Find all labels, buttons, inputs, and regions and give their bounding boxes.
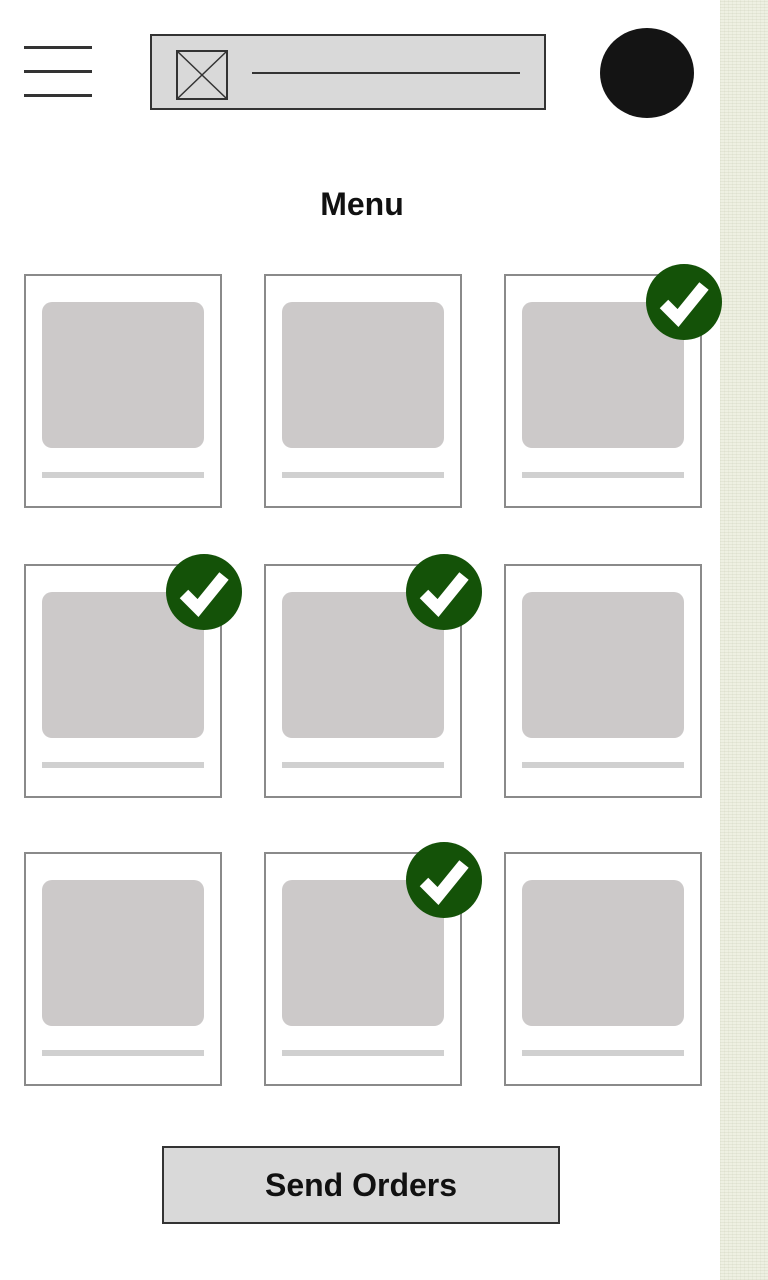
logo-text-line bbox=[252, 72, 520, 74]
image-placeholder-icon bbox=[176, 50, 228, 100]
menu-item-card[interactable] bbox=[504, 852, 702, 1086]
menu-item-caption-line bbox=[42, 472, 204, 478]
menu-item-caption-line bbox=[522, 1050, 684, 1056]
menu-item-image bbox=[42, 880, 204, 1026]
menu-item-image bbox=[522, 880, 684, 1026]
menu-item-image bbox=[42, 302, 204, 448]
menu-item-card[interactable] bbox=[264, 554, 482, 798]
menu-item-card[interactable] bbox=[24, 554, 242, 798]
menu-item-card[interactable] bbox=[24, 274, 222, 508]
menu-item-card[interactable] bbox=[504, 264, 722, 508]
hamburger-bar bbox=[24, 46, 92, 49]
background-texture-strip bbox=[720, 0, 768, 1280]
page-title: Menu bbox=[320, 186, 404, 222]
menu-item-caption-line bbox=[522, 762, 684, 768]
checkmark-icon bbox=[166, 554, 242, 630]
menu-item-caption-line bbox=[522, 472, 684, 478]
menu-item-card[interactable] bbox=[264, 842, 482, 1086]
checkmark-icon bbox=[406, 842, 482, 918]
menu-item-card[interactable] bbox=[504, 564, 702, 798]
send-orders-button[interactable]: Send Orders bbox=[162, 1146, 560, 1224]
menu-item-caption-line bbox=[42, 762, 204, 768]
menu-item-image bbox=[522, 592, 684, 738]
hamburger-bar bbox=[24, 94, 92, 97]
menu-item-image bbox=[282, 302, 444, 448]
menu-item-caption-line bbox=[282, 762, 444, 768]
menu-item-caption-line bbox=[282, 472, 444, 478]
menu-item-card[interactable] bbox=[24, 852, 222, 1086]
logo-banner bbox=[150, 34, 546, 110]
checkmark-icon bbox=[646, 264, 722, 340]
hamburger-bar bbox=[24, 70, 92, 73]
menu-item-card[interactable] bbox=[264, 274, 462, 508]
menu-item-caption-line bbox=[282, 1050, 444, 1056]
user-avatar[interactable] bbox=[600, 28, 694, 118]
menu-item-caption-line bbox=[42, 1050, 204, 1056]
hamburger-menu-icon[interactable] bbox=[24, 46, 92, 98]
checkmark-icon bbox=[406, 554, 482, 630]
